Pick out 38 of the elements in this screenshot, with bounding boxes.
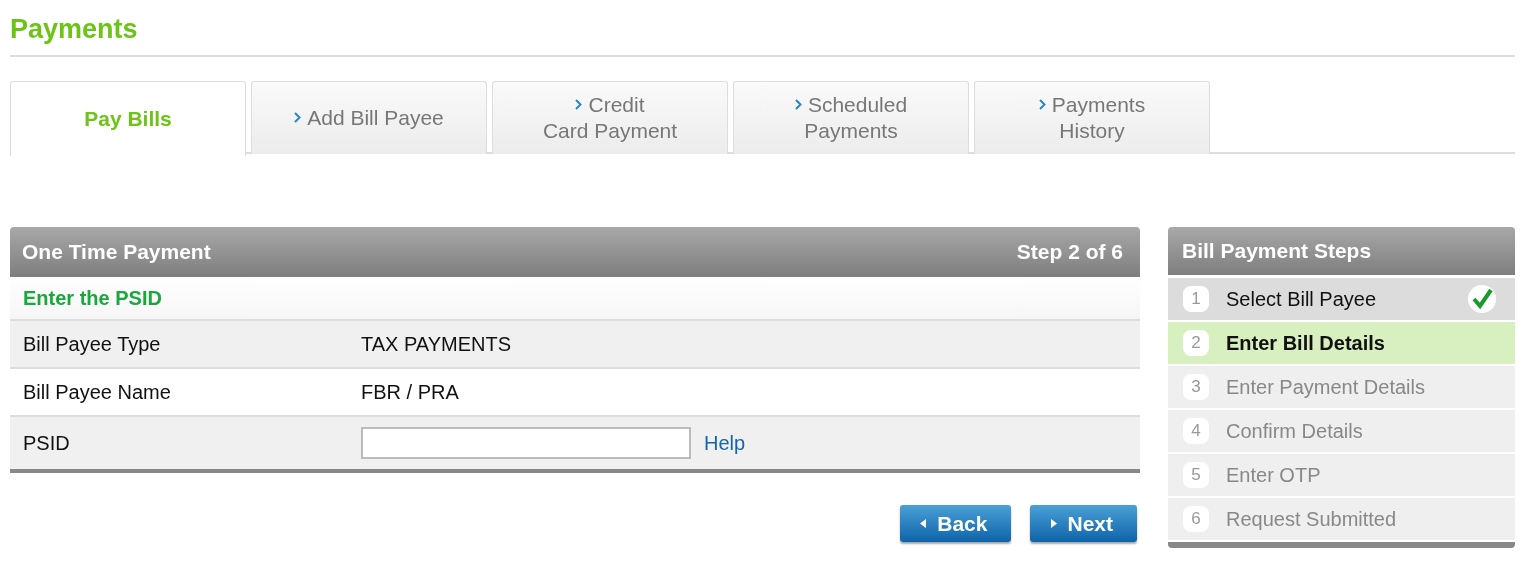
back-button[interactable]: Back: [900, 505, 1012, 542]
step-number: 5: [1183, 462, 1209, 488]
tab[interactable]: Payments History: [974, 81, 1210, 154]
field-value: TAX PAYMENTS: [361, 332, 512, 356]
psid-input-field[interactable]: [361, 427, 691, 459]
step-number: 4: [1183, 418, 1209, 444]
page-title: Payments: [10, 13, 139, 46]
tab[interactable]: Add Bill Payee: [251, 81, 487, 154]
field-value: FBR / PRA: [361, 380, 459, 404]
step-item: 6 Request Submitted: [1168, 498, 1515, 542]
field-label: Bill Payee Type: [23, 332, 162, 356]
left-triangle-icon: [920, 519, 928, 528]
tab[interactable]: Credit Card Payment: [492, 81, 728, 154]
right-triangle-icon: [1050, 519, 1058, 528]
chevron-icon: [575, 99, 583, 110]
panel-title: One Time Payment: [22, 240, 211, 264]
panel-title: Bill Payment Steps: [1182, 239, 1372, 263]
chevron-icon: [794, 99, 802, 110]
step-item: 2 Enter Bill Details: [1168, 322, 1515, 366]
field-label: Bill Payee Name: [23, 380, 172, 404]
chevron-icon: [294, 112, 302, 123]
help-link[interactable]: Help: [704, 431, 746, 455]
step-item: 1 Select Bill Payee: [1168, 278, 1515, 322]
step-number: 1: [1183, 286, 1209, 312]
step-number: 3: [1183, 374, 1209, 400]
step-item: 4 Confirm Details: [1168, 410, 1515, 454]
checkmark-icon: [1467, 284, 1497, 314]
step-item: 3 Enter Payment Details: [1168, 366, 1515, 410]
next-button[interactable]: Next: [1030, 505, 1137, 542]
section-heading: Enter the PSID: [23, 286, 162, 310]
tab[interactable]: Scheduled Payments: [733, 81, 969, 154]
step-counter: Step 2 of 6: [1016, 240, 1123, 264]
field-label: PSID: [23, 431, 71, 455]
tab[interactable]: Pay Bills: [10, 81, 246, 156]
step-item: 5 Enter OTP: [1168, 454, 1515, 498]
chevron-icon: [1038, 99, 1046, 110]
step-number: 2: [1183, 330, 1209, 356]
step-number: 6: [1183, 506, 1209, 532]
